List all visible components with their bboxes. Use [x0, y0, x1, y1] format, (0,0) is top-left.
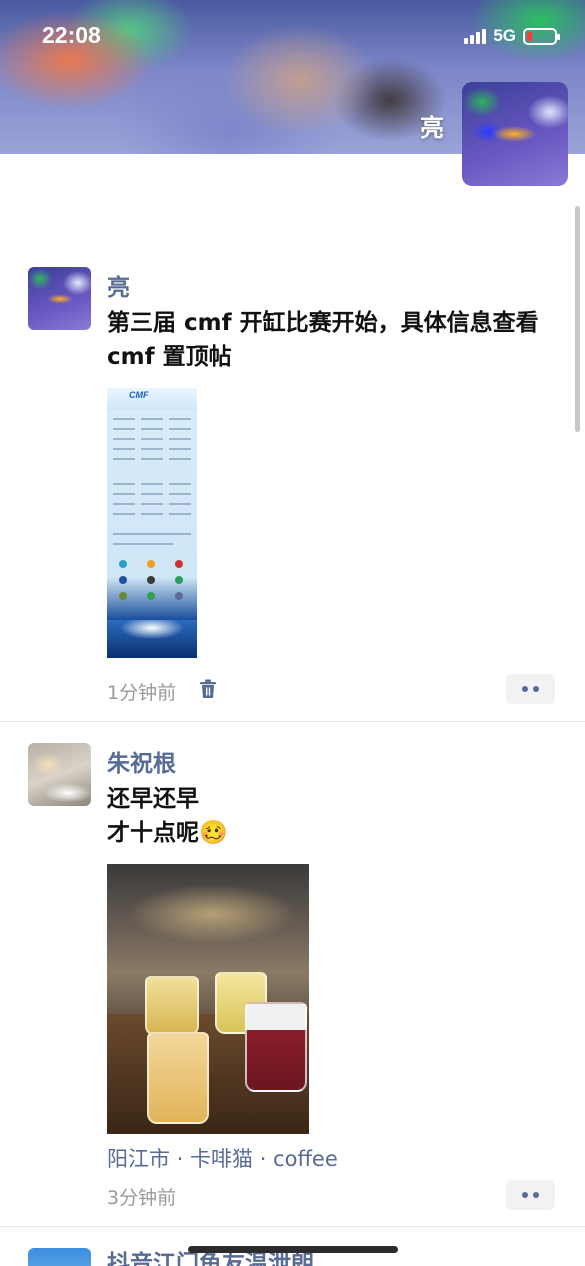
- poster-logo: CMF: [129, 390, 149, 400]
- emoji: 🥴: [199, 820, 228, 846]
- post-image[interactable]: [107, 864, 309, 1134]
- post-avatar[interactable]: [28, 1248, 91, 1266]
- battery-icon: [523, 27, 560, 45]
- network-type: 5G: [493, 26, 516, 45]
- post-avatar[interactable]: [28, 267, 91, 330]
- trash-icon[interactable]: [199, 679, 217, 699]
- post-time: 1分钟前: [107, 682, 177, 704]
- post-text-line: 还早还早: [107, 786, 199, 812]
- more-button[interactable]: [506, 674, 555, 704]
- post-divider: [0, 721, 585, 722]
- post-time: 3分钟前: [107, 1187, 177, 1209]
- post-avatar[interactable]: [28, 743, 91, 806]
- signal-icon: [464, 28, 487, 44]
- status-time: 22:08: [42, 22, 101, 48]
- post-text-line: 才十点呢🥴: [107, 820, 228, 846]
- post-author[interactable]: 亮: [107, 268, 130, 302]
- profile-avatar[interactable]: [462, 82, 568, 186]
- post-author[interactable]: 朱祝根: [107, 744, 176, 778]
- scrollbar[interactable]: [575, 206, 580, 432]
- post-location[interactable]: 阳江市 · 卡啡猫 · coffee: [107, 1143, 338, 1173]
- profile-name[interactable]: 亮: [420, 108, 444, 143]
- home-indicator[interactable]: [188, 1246, 398, 1253]
- post-divider: [0, 1226, 585, 1227]
- post-image[interactable]: CMF: [107, 388, 197, 658]
- post-text: 第三届 cmf 开缸比赛开始，具体信息查看 cmf 置顶帖: [107, 310, 539, 370]
- status-indicators: 5G: [464, 26, 560, 46]
- more-button[interactable]: [506, 1180, 555, 1210]
- post-text: 还早还早 才十点呢🥴: [107, 782, 557, 850]
